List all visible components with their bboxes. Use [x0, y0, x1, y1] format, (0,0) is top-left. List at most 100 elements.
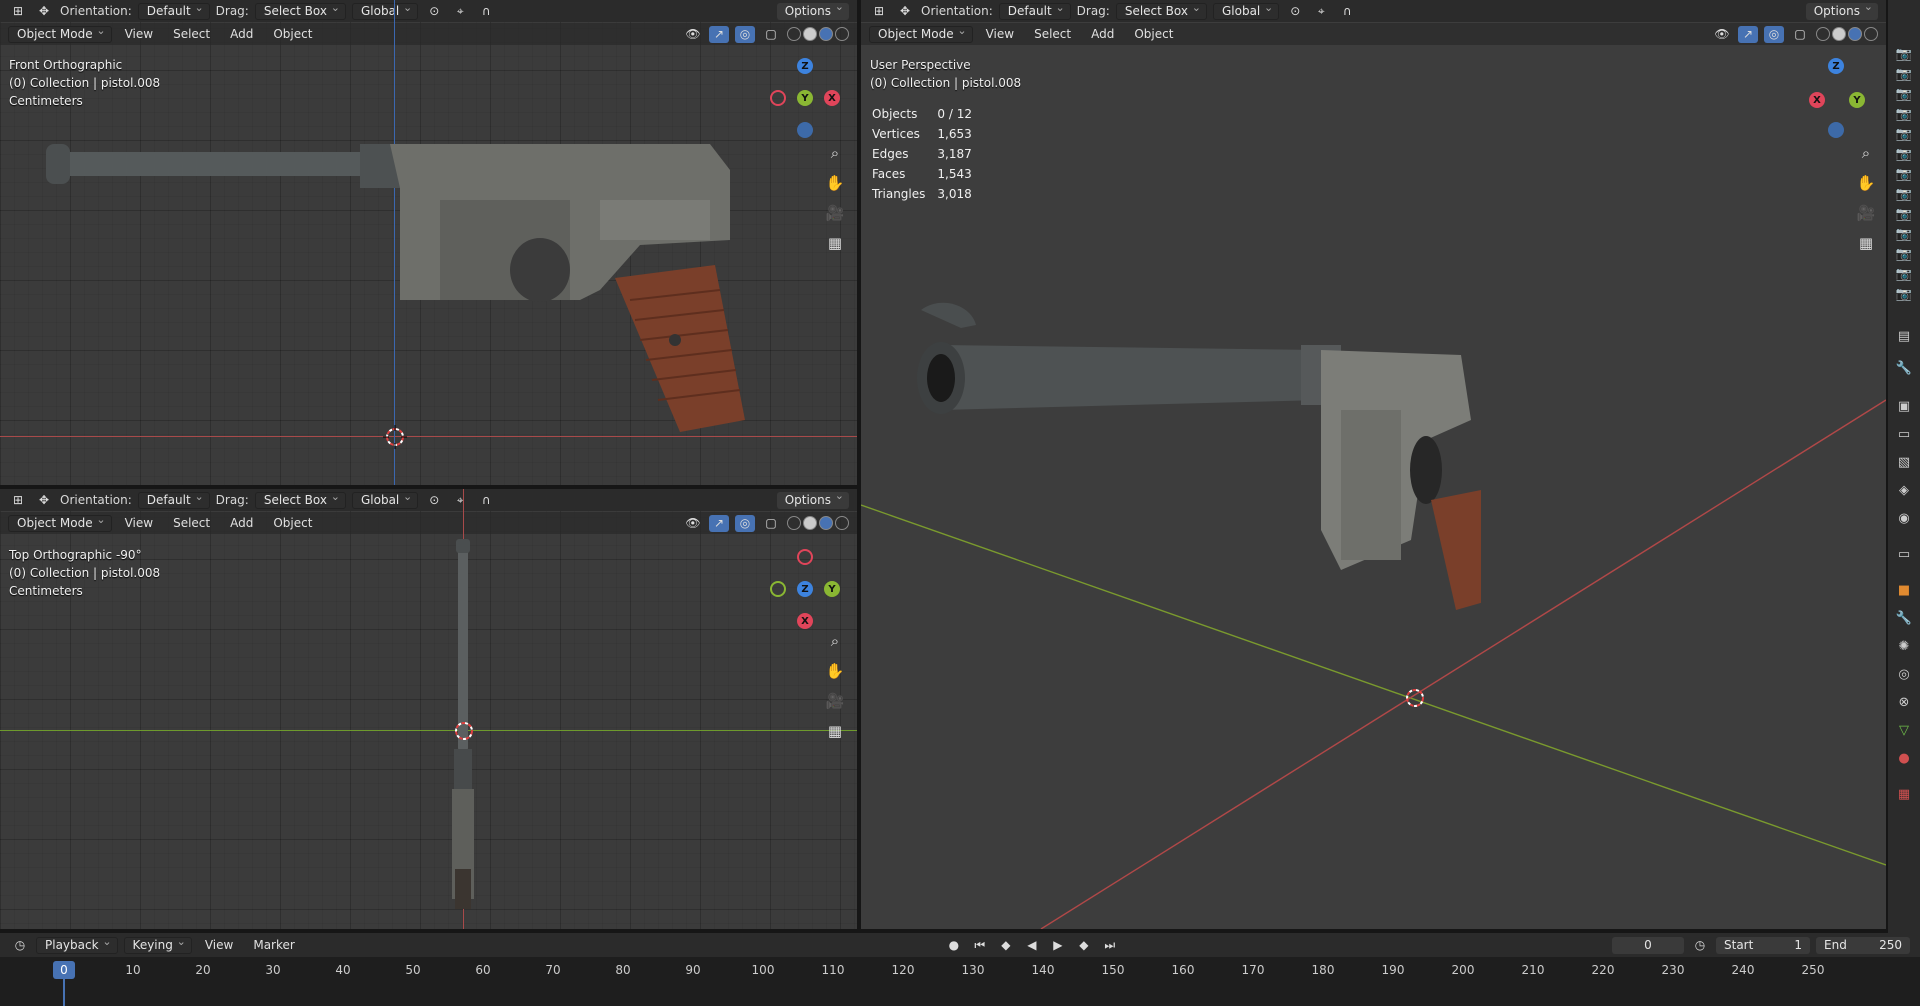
pan-hand-icon[interactable]: ✋ — [1855, 173, 1877, 193]
material-icon[interactable]: ● — [1894, 748, 1914, 768]
next-keyframe-icon[interactable]: ◆ — [1074, 937, 1094, 954]
constraints-icon[interactable]: ⊗ — [1894, 692, 1914, 712]
render-icon[interactable]: ▣ — [1894, 396, 1914, 416]
transform-orientation-dropdown[interactable]: Global — [351, 490, 419, 509]
current-frame-field[interactable]: 0 — [1612, 936, 1684, 954]
3d-cursor[interactable] — [452, 719, 476, 743]
camera-icon[interactable]: 📷 — [1894, 84, 1914, 104]
view-layer-icon[interactable]: ▧ — [1894, 452, 1914, 472]
timeline-view-menu[interactable]: View — [198, 938, 240, 952]
gizmo-neg-x-axis[interactable] — [770, 90, 786, 106]
zoom-icon[interactable]: ⌕ — [824, 143, 846, 163]
xray-icon[interactable]: ▢ — [761, 26, 781, 43]
jump-start-icon[interactable]: ⏮ — [970, 937, 990, 954]
gizmo-toggle-icon[interactable]: ↗ — [709, 514, 729, 532]
object-data-icon[interactable]: ▽ — [1894, 720, 1914, 740]
prev-keyframe-icon[interactable]: ◆ — [996, 937, 1016, 954]
output-icon[interactable]: ▭ — [1894, 424, 1914, 444]
shading-modes[interactable] — [787, 27, 849, 41]
camera-icon[interactable]: 🎥 — [1855, 203, 1877, 223]
overlay-toggle-icon[interactable]: ◎ — [735, 514, 755, 532]
modifier-wrench-icon[interactable]: 🔧 — [1894, 608, 1914, 628]
camera-icon[interactable]: 📷 — [1894, 264, 1914, 284]
transform-move-icon[interactable]: ✥ — [34, 3, 54, 20]
grid-icon[interactable]: ▦ — [824, 233, 846, 253]
gizmo-neg-z-axis[interactable] — [1828, 122, 1844, 138]
menu-object[interactable]: Object — [266, 27, 319, 41]
overlay-toggle-icon[interactable]: ◎ — [735, 25, 755, 43]
gizmo-z-axis[interactable]: Z — [797, 58, 813, 74]
properties-panel-icon[interactable]: ▤ — [1894, 326, 1914, 346]
transform-orientation-dropdown[interactable]: Global — [351, 1, 419, 20]
zoom-icon[interactable]: ⌕ — [1855, 143, 1877, 163]
camera-icon[interactable]: 📷 — [1894, 144, 1914, 164]
menu-view[interactable]: View — [118, 516, 160, 530]
start-frame-field[interactable]: Start 1 — [1716, 936, 1810, 954]
world-icon[interactable]: ◉ — [1894, 508, 1914, 528]
camera-icon[interactable]: 📷 — [1894, 244, 1914, 264]
gizmo-toggle-icon[interactable]: ↗ — [709, 25, 729, 43]
editor-type-clock-icon[interactable]: ◷ — [10, 937, 30, 954]
camera-icon[interactable]: 📷 — [1894, 124, 1914, 144]
tool-settings-icon[interactable]: 🔧 — [1894, 358, 1914, 378]
mode-dropdown[interactable]: Object Mode — [8, 513, 112, 532]
camera-icon[interactable]: 📷 — [1894, 164, 1914, 184]
proportional-edit-icon[interactable]: ∩ — [476, 3, 496, 20]
jump-end-icon[interactable]: ⏭ — [1100, 937, 1120, 954]
play-reverse-icon[interactable]: ◀ — [1022, 937, 1042, 954]
editor-type-icon[interactable]: ⊞ — [8, 492, 28, 509]
gizmo-z-axis[interactable]: Z — [1828, 58, 1844, 74]
options-button[interactable]: Options — [776, 489, 849, 509]
snap-icon[interactable]: ⌖ — [450, 3, 470, 20]
camera-icon[interactable]: 📷 — [1894, 184, 1914, 204]
menu-object[interactable]: Object — [266, 516, 319, 530]
viewport-top-ortho[interactable]: ⊞ ✥ Orientation: Default Drag: Select Bo… — [0, 489, 857, 929]
play-icon[interactable]: ▶ — [1048, 937, 1068, 954]
perspective-grid-icon[interactable]: ▦ — [1855, 233, 1877, 253]
viewport-front-ortho[interactable]: ⊞ ✥ Orientation: Default Drag: Select Bo… — [0, 0, 857, 485]
keying-menu[interactable]: Keying — [123, 935, 192, 954]
navigation-gizmo[interactable]: Z Y X — [770, 58, 840, 138]
xray-icon[interactable]: ▢ — [761, 515, 781, 532]
gizmo-x-axis[interactable]: X — [824, 90, 840, 106]
preview-range-clock-icon[interactable]: ◷ — [1690, 937, 1710, 954]
menu-add[interactable]: Add — [223, 516, 260, 530]
gizmo-y-axis[interactable]: Y — [1849, 92, 1865, 108]
playhead-frame[interactable]: 0 — [53, 961, 75, 979]
record-icon[interactable]: ● — [944, 937, 964, 954]
scene-icon[interactable]: ◈ — [1894, 480, 1914, 500]
physics-icon[interactable]: ◎ — [1894, 664, 1914, 684]
drag-dropdown[interactable]: Select Box — [254, 1, 346, 20]
menu-select[interactable]: Select — [166, 516, 217, 530]
visibility-icon[interactable]: 👁 — [683, 26, 703, 43]
snap-icon[interactable]: ⌖ — [450, 492, 470, 509]
grid-icon[interactable]: ▦ — [824, 721, 846, 741]
mode-dropdown[interactable]: Object Mode — [8, 24, 112, 43]
pivot-icon[interactable]: ⊙ — [424, 3, 444, 20]
camera-icon[interactable]: 📷 — [1894, 64, 1914, 84]
end-frame-field[interactable]: End 250 — [1816, 936, 1910, 954]
particles-icon[interactable]: ✺ — [1894, 636, 1914, 656]
3d-cursor[interactable] — [383, 425, 407, 449]
gizmo-neg-x-axis[interactable] — [797, 549, 813, 565]
camera-icon[interactable]: 📷 — [1894, 224, 1914, 244]
editor-type-icon[interactable]: ⊞ — [8, 3, 28, 20]
drag-dropdown[interactable]: Select Box — [254, 490, 346, 509]
pan-hand-icon[interactable]: ✋ — [824, 173, 846, 193]
gizmo-x-axis[interactable]: X — [797, 613, 813, 629]
gizmo-neg-y-axis[interactable] — [770, 581, 786, 597]
frame-ruler[interactable]: 0 10 20 30 40 50 60 70 80 90 100 110 120 130 140 150 16… — [0, 957, 1920, 1006]
camera-icon[interactable]: 🎥 — [824, 691, 846, 711]
menu-add[interactable]: Add — [223, 27, 260, 41]
orientation-dropdown[interactable]: Default — [137, 490, 210, 509]
visibility-icon[interactable]: 👁 — [683, 515, 703, 532]
navigation-gizmo[interactable]: Z Y X — [770, 549, 840, 629]
camera-icon[interactable]: 📷 — [1894, 204, 1914, 224]
collection-icon[interactable]: ▭ — [1894, 544, 1914, 564]
transform-move-icon[interactable]: ✥ — [34, 492, 54, 509]
options-button[interactable]: Options — [776, 0, 849, 20]
camera-icon[interactable]: 📷 — [1894, 44, 1914, 64]
gizmo-x-axis[interactable]: X — [1809, 92, 1825, 108]
timeline-marker-menu[interactable]: Marker — [246, 938, 301, 952]
proportional-edit-icon[interactable]: ∩ — [476, 492, 496, 509]
